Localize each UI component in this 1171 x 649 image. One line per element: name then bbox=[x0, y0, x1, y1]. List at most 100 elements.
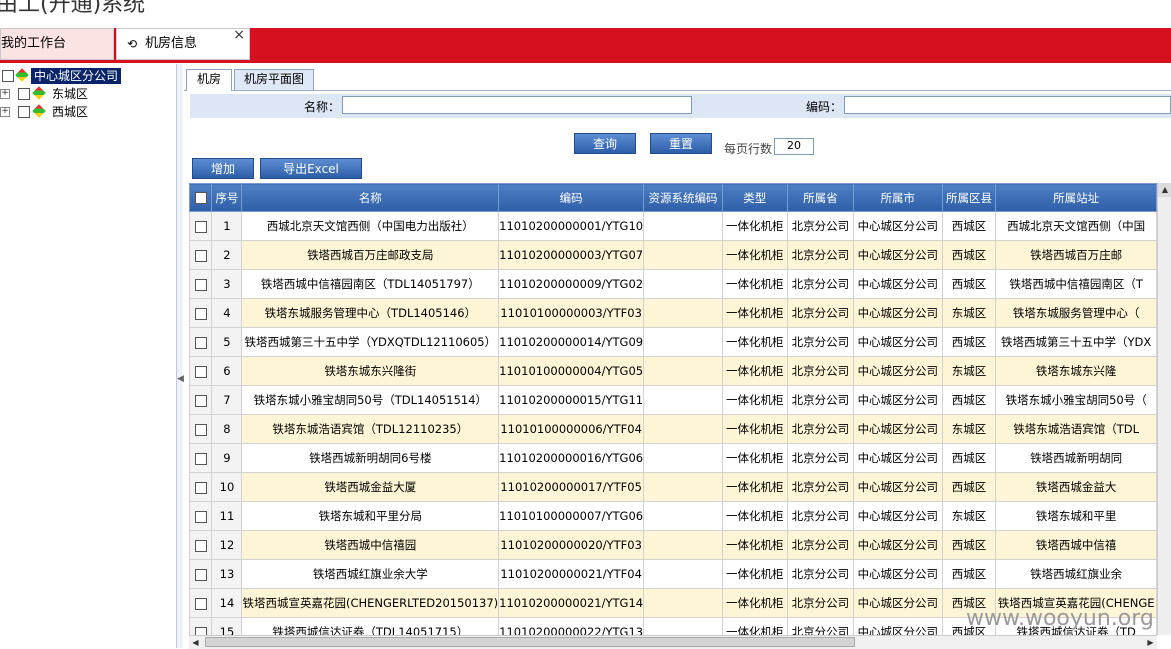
row-checkbox-cell[interactable] bbox=[189, 327, 213, 357]
row-checkbox-cell[interactable] bbox=[189, 588, 213, 618]
close-icon[interactable]: × bbox=[233, 25, 245, 45]
checkbox-icon[interactable] bbox=[194, 626, 207, 635]
row-checkbox-cell[interactable] bbox=[189, 530, 213, 560]
code-input[interactable] bbox=[844, 96, 1171, 114]
horizontal-scrollbar[interactable]: ◀ ▶ bbox=[189, 635, 1157, 649]
table-row[interactable]: 3 铁塔西城中信禧园南区（TDL14051797） 11010200000009/Y… bbox=[189, 269, 1157, 299]
scroll-up-icon[interactable]: ▲ bbox=[1158, 183, 1171, 197]
table-cell: 6 bbox=[211, 356, 243, 386]
table-cell bbox=[643, 617, 723, 635]
collapse-icon[interactable]: ◀ bbox=[177, 374, 184, 384]
name-label: 名称： bbox=[304, 100, 341, 114]
table-cell: 铁塔东城和平里 bbox=[995, 501, 1157, 531]
table-row[interactable]: 4 铁塔东城服务管理中心（TDL1405146） 11010100000003/YT… bbox=[189, 298, 1157, 328]
table-cell bbox=[643, 356, 723, 386]
table-cell: 7 bbox=[211, 385, 243, 415]
row-checkbox-cell[interactable] bbox=[189, 472, 213, 502]
panel-splitter[interactable]: ◀ bbox=[176, 64, 184, 648]
checkbox-icon[interactable] bbox=[194, 336, 207, 349]
table-cell: 11010200000016/YTG06 bbox=[498, 443, 645, 473]
table-cell: 一体化机柜 bbox=[721, 327, 788, 357]
tree-checkbox[interactable] bbox=[18, 106, 30, 118]
checkbox-icon[interactable] bbox=[194, 510, 207, 523]
checkbox-icon[interactable] bbox=[194, 481, 207, 494]
table-row[interactable]: 7 铁塔东城小雅宝胡同50号（TDL14051514） 11010200000015… bbox=[189, 385, 1157, 415]
table-row[interactable]: 1 西城北京天文馆西侧（中国电力出版社） 11010200000001/YTG10 一… bbox=[189, 211, 1157, 241]
reset-button[interactable]: 重置 bbox=[650, 133, 712, 154]
table-row[interactable]: 11 铁塔东城和平里分局 11010100000007/YTG06 一体化机柜 北京分公… bbox=[189, 501, 1157, 531]
checkbox-icon[interactable] bbox=[194, 452, 207, 465]
table-row[interactable]: 12 铁塔西城中信禧园 11010200000020/YTF03 一体化机柜 北京分公司… bbox=[189, 530, 1157, 560]
table-cell: 铁塔西城第三十五中学（YDX bbox=[995, 327, 1157, 357]
table-row[interactable]: 2 铁塔西城百万庄邮政支局 11010200000003/YTG07 一体化机柜 北京分… bbox=[189, 240, 1157, 270]
row-checkbox-cell[interactable] bbox=[189, 298, 213, 328]
tree-checkbox[interactable] bbox=[2, 70, 14, 82]
table-cell: 北京分公司 bbox=[786, 298, 855, 328]
row-checkbox-cell[interactable] bbox=[189, 385, 213, 415]
scroll-right-icon[interactable]: ▶ bbox=[1144, 636, 1157, 649]
table-cell: 铁塔西城信达证券（TDL14051715） bbox=[241, 617, 500, 635]
table-cell: 北京分公司 bbox=[786, 530, 855, 560]
scroll-thumb[interactable] bbox=[205, 637, 855, 647]
row-checkbox-cell[interactable] bbox=[189, 414, 213, 444]
select-all-checkbox[interactable] bbox=[189, 183, 213, 212]
table-cell: 13 bbox=[211, 559, 243, 589]
checkbox-icon[interactable] bbox=[194, 365, 207, 378]
table-cell: 北京分公司 bbox=[786, 211, 855, 241]
row-checkbox-cell[interactable] bbox=[189, 617, 213, 635]
table-row[interactable]: 8 铁塔东城浩语宾馆（TDL12110235） 11010100000006/YTF… bbox=[189, 414, 1157, 444]
table-row[interactable]: 9 铁塔西城新明胡同6号楼 11010200000016/YTG06 一体化机柜 北京分… bbox=[189, 443, 1157, 473]
row-checkbox-cell[interactable] bbox=[189, 559, 213, 589]
table-cell: 铁塔西城新明胡同 bbox=[995, 443, 1157, 473]
expand-icon[interactable]: + bbox=[0, 107, 10, 117]
checkbox-icon[interactable] bbox=[194, 192, 207, 204]
checkbox-icon[interactable] bbox=[194, 597, 207, 610]
table-cell: 11010200000021/YTF04 bbox=[498, 559, 645, 589]
subtab-room[interactable]: 机房 bbox=[186, 69, 232, 91]
tab-workbench[interactable]: 我的工作台 bbox=[0, 28, 114, 60]
table-row[interactable]: 5 铁塔西城第三十五中学（YDXQTDL12110605） 110102000000… bbox=[189, 327, 1157, 357]
table-cell: 铁塔西城红旗业余大学 bbox=[241, 559, 500, 589]
tab-room-info[interactable]: ⟲ 机房信息 × bbox=[116, 25, 250, 60]
add-button[interactable]: 增加 bbox=[192, 158, 254, 179]
table-cell: 11010100000006/YTF04 bbox=[498, 414, 645, 444]
row-checkbox-cell[interactable] bbox=[189, 501, 213, 531]
refresh-icon[interactable]: ⟲ bbox=[127, 29, 137, 59]
table-cell: 铁塔西城宣英嘉花园(CHENGERLTED20150137) bbox=[241, 588, 500, 618]
column-header: 所属市 bbox=[853, 183, 943, 212]
table-row[interactable]: 13 铁塔西城红旗业余大学 11010200000021/YTF04 一体化机柜 北京分… bbox=[189, 559, 1157, 589]
scroll-left-icon[interactable]: ◀ bbox=[189, 636, 202, 649]
checkbox-icon[interactable] bbox=[194, 249, 207, 262]
checkbox-icon[interactable] bbox=[194, 539, 207, 552]
row-checkbox-cell[interactable] bbox=[189, 443, 213, 473]
page-size-input[interactable]: 20 bbox=[774, 138, 814, 155]
tree-checkbox[interactable] bbox=[18, 88, 30, 100]
table-cell: 铁塔东城小雅宝胡同50号（ bbox=[995, 385, 1157, 415]
table-cell bbox=[643, 559, 723, 589]
table-cell: 11010200000017/YTF05 bbox=[498, 472, 645, 502]
row-checkbox-cell[interactable] bbox=[189, 356, 213, 386]
query-button[interactable]: 查询 bbox=[574, 133, 636, 154]
checkbox-icon[interactable] bbox=[194, 568, 207, 581]
subtab-floorplan[interactable]: 机房平面图 bbox=[234, 69, 314, 90]
checkbox-icon[interactable] bbox=[194, 423, 207, 436]
name-input[interactable] bbox=[342, 96, 692, 114]
vertical-scrollbar[interactable]: ▲ bbox=[1157, 183, 1171, 635]
table-cell: 中心城区分公司 bbox=[853, 443, 943, 473]
checkbox-icon[interactable] bbox=[194, 220, 207, 233]
export-excel-button[interactable]: 导出Excel bbox=[260, 158, 362, 179]
row-checkbox-cell[interactable] bbox=[189, 240, 213, 270]
table-cell bbox=[643, 269, 723, 299]
table-row[interactable]: 10 铁塔西城金益大厦 11010200000017/YTF05 一体化机柜 北京分公司… bbox=[189, 472, 1157, 502]
table-cell: 中心城区分公司 bbox=[853, 327, 943, 357]
table-cell: 西城区 bbox=[941, 385, 997, 415]
checkbox-icon[interactable] bbox=[194, 394, 207, 407]
row-checkbox-cell[interactable] bbox=[189, 269, 213, 299]
checkbox-icon[interactable] bbox=[194, 307, 207, 320]
row-checkbox-cell[interactable] bbox=[189, 211, 213, 241]
expand-icon[interactable]: + bbox=[0, 89, 10, 99]
checkbox-icon[interactable] bbox=[194, 278, 207, 291]
table-cell: 11010200000015/YTG11 bbox=[498, 385, 645, 415]
table-row[interactable]: 6 铁塔东城东兴隆街 11010100000004/YTG05 一体化机柜 北京分公司中… bbox=[189, 356, 1157, 386]
table-cell: 中心城区分公司 bbox=[853, 588, 943, 618]
